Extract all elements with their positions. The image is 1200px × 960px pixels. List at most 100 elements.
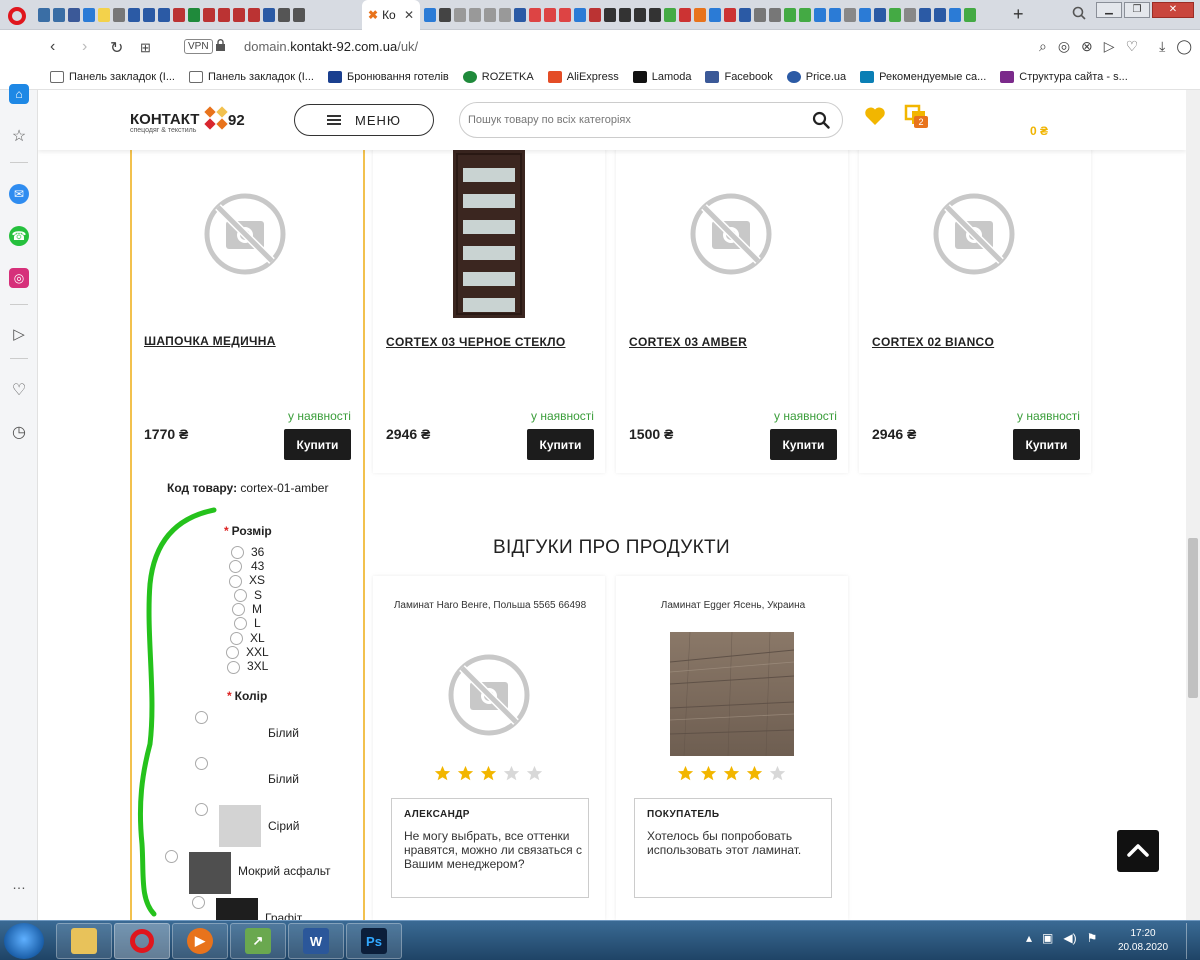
buy-button[interactable]: Купити xyxy=(284,429,351,460)
product-title-link[interactable]: CORTEX 03 AMBER xyxy=(629,335,747,349)
minimize-button[interactable]: ▁ xyxy=(1096,2,1122,18)
send-sidebar-icon[interactable]: ▷ xyxy=(9,324,29,344)
new-tab-button[interactable]: + xyxy=(1013,4,1024,25)
download-icon[interactable]: ⤓ xyxy=(1159,38,1165,55)
bookmark-item[interactable]: AliExpress xyxy=(547,70,619,83)
size-radio[interactable] xyxy=(229,560,242,573)
product-title-link[interactable]: ШАПОЧКА МЕДИЧНА xyxy=(144,334,276,348)
color-swatch-wet-asphalt[interactable] xyxy=(189,852,231,894)
search-icon[interactable] xyxy=(812,111,830,129)
network-icon[interactable]: ▣ xyxy=(1042,931,1053,945)
bookmarks-bar: Панель закладок (І... Панель закладок (І… xyxy=(0,64,1200,90)
tray-expand-icon[interactable]: ▴ xyxy=(1026,931,1032,945)
taskbar-word[interactable]: W xyxy=(288,923,344,959)
send-icon[interactable]: ▷ xyxy=(1104,38,1115,55)
start-button[interactable] xyxy=(4,923,44,959)
bookmark-item[interactable]: Facebook xyxy=(705,70,773,83)
search-page-icon[interactable]: ⌕ xyxy=(1039,38,1047,55)
size-radio[interactable] xyxy=(234,617,247,630)
lock-icon[interactable] xyxy=(216,39,225,51)
bookmark-heart-icon[interactable]: ♡ xyxy=(1126,38,1139,55)
taskbar-explorer[interactable] xyxy=(56,923,112,959)
size-radio[interactable] xyxy=(227,661,240,674)
menu-button[interactable]: МЕНЮ xyxy=(294,104,434,136)
size-radio[interactable] xyxy=(231,546,244,559)
url-field[interactable]: domain.kontakt-92.com.ua/uk/ xyxy=(244,39,418,54)
url-prefix: domain. xyxy=(244,39,291,54)
bookmark-item[interactable]: Панель закладок (І... xyxy=(188,70,314,83)
whatsapp-icon[interactable]: ☎ xyxy=(9,226,29,246)
size-radio[interactable] xyxy=(232,603,245,616)
heart-sidebar-icon[interactable]: ♡ xyxy=(9,380,29,400)
tab-favicons-right[interactable] xyxy=(424,6,1008,24)
product-card[interactable]: CORTEX 02 BIANCO у наявності 2946 ₴ Купи… xyxy=(859,145,1091,473)
chevron-up-icon xyxy=(1127,844,1149,857)
page-scrollbar[interactable] xyxy=(1186,90,1200,920)
cart-total[interactable]: 0 ₴ xyxy=(1030,124,1048,138)
size-radio[interactable] xyxy=(226,646,239,659)
bookmark-item[interactable]: Структура сайта - s... xyxy=(1000,70,1128,83)
site-logo[interactable]: КОНТАКТ 92 спецодяг & текстиль xyxy=(130,106,260,136)
bookmark-item[interactable]: Price.ua xyxy=(786,70,846,83)
bookmark-item[interactable]: Lamoda xyxy=(632,70,691,83)
wishlist-heart-icon[interactable] xyxy=(864,106,886,126)
bookmark-item[interactable]: ROZETKA xyxy=(462,70,534,83)
color-radio[interactable] xyxy=(165,850,178,863)
tab-search-icon[interactable] xyxy=(1072,6,1086,20)
home-icon[interactable]: ⌂ xyxy=(9,84,29,104)
instagram-icon[interactable]: ◎ xyxy=(9,268,29,288)
system-clock[interactable]: 17:20 20.08.2020 xyxy=(1118,927,1168,955)
color-swatch-grey[interactable] xyxy=(219,805,261,847)
star-icon[interactable]: ☆ xyxy=(9,126,29,146)
scrollbar-thumb[interactable] xyxy=(1188,538,1198,698)
maximize-button[interactable]: ❐ xyxy=(1124,2,1150,18)
messenger-icon[interactable]: ✉ xyxy=(9,184,29,204)
account-icon[interactable]: ◯ xyxy=(1176,38,1192,55)
camera-icon[interactable]: ◎ xyxy=(1058,38,1070,55)
bookmark-item[interactable]: Панель закладок (І... xyxy=(50,70,175,83)
color-radio[interactable] xyxy=(195,711,208,724)
bookmark-item[interactable]: Бронювання готелів xyxy=(327,70,449,83)
bing-icon xyxy=(860,70,875,83)
bookmark-item[interactable]: Рекомендуемые са... xyxy=(860,70,986,83)
size-radio[interactable] xyxy=(234,589,247,602)
search-input[interactable] xyxy=(468,111,798,129)
size-radio[interactable] xyxy=(230,632,243,645)
back-button[interactable]: ‹ xyxy=(50,38,55,56)
tab-active[interactable]: ✖ Ко ✕ xyxy=(362,0,420,30)
buy-button[interactable]: Купити xyxy=(1013,429,1080,460)
block-icon[interactable]: ⊗ xyxy=(1081,38,1093,55)
close-tab-icon[interactable]: ✕ xyxy=(404,8,414,22)
vpn-badge[interactable]: VPN xyxy=(184,39,213,54)
color-swatch-graphite[interactable] xyxy=(216,898,258,920)
history-icon[interactable]: ◷ xyxy=(9,422,29,442)
reload-button[interactable]: ↻ xyxy=(110,38,123,58)
product-title-link[interactable]: CORTEX 02 BIANCO xyxy=(872,335,994,349)
color-radio[interactable] xyxy=(192,896,205,909)
product-card[interactable]: CORTEX 03 ЧЕРНОЕ СТЕКЛО у наявності 2946… xyxy=(373,145,605,473)
more-icon[interactable]: … xyxy=(9,874,29,894)
flag-icon[interactable]: ⚑ xyxy=(1087,931,1098,945)
size-radio[interactable] xyxy=(229,575,242,588)
taskbar-opera[interactable] xyxy=(114,923,170,959)
product-title-link[interactable]: CORTEX 03 ЧЕРНОЕ СТЕКЛО xyxy=(386,335,565,349)
color-radio[interactable] xyxy=(195,757,208,770)
scroll-to-top-button[interactable] xyxy=(1117,830,1159,872)
forward-button[interactable]: › xyxy=(82,38,87,56)
page-content: ШАПОЧКА МЕДИЧНА у наявності 1770 ₴ Купит… xyxy=(38,90,1186,920)
product-card[interactable]: CORTEX 03 AMBER у наявності 1500 ₴ Купит… xyxy=(616,145,848,473)
review-product-name[interactable]: Ламинат Egger Ясень, Украина xyxy=(616,600,850,611)
speed-dial-icon[interactable]: ⊞ xyxy=(140,40,151,56)
laminate-image[interactable] xyxy=(670,632,794,756)
color-radio[interactable] xyxy=(195,803,208,816)
buy-button[interactable]: Купити xyxy=(527,429,594,460)
taskbar-editor[interactable]: ↗ xyxy=(230,923,286,959)
taskbar-photoshop[interactable]: Ps xyxy=(346,923,402,959)
opera-logo-icon[interactable] xyxy=(8,7,26,25)
taskbar-media-player[interactable]: ▶ xyxy=(172,923,228,959)
show-desktop-button[interactable] xyxy=(1186,923,1198,959)
review-product-name[interactable]: Ламинат Haro Венге, Польша 5565 66498 xyxy=(373,600,607,611)
buy-button[interactable]: Купити xyxy=(770,429,837,460)
close-window-button[interactable]: ✕ xyxy=(1152,2,1194,18)
volume-icon[interactable]: ◀) xyxy=(1063,931,1076,945)
